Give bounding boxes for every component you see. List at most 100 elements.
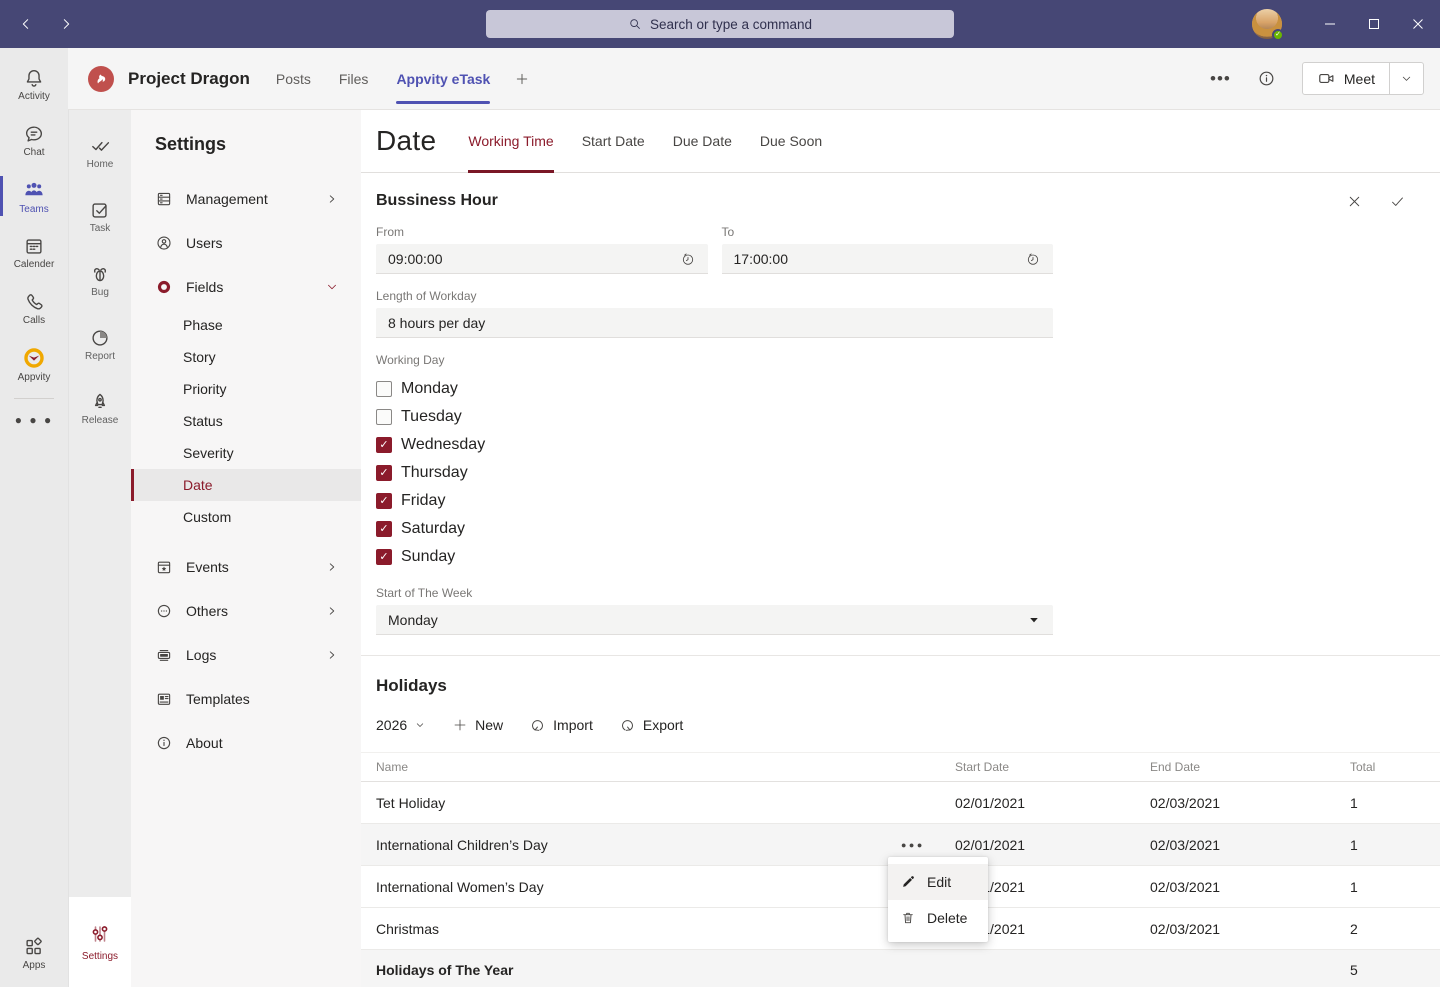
etask-rail-release[interactable]: Release [69,376,131,440]
rail-item-calls[interactable]: Calls [0,280,68,336]
tab-working-time[interactable]: Working Time [468,110,553,173]
etask-rail-task[interactable]: Task [69,184,131,248]
cancel-button[interactable] [1346,193,1363,210]
new-button[interactable]: New [452,717,503,733]
save-button[interactable] [1389,193,1406,210]
checkbox-checked-icon[interactable]: ✓ [376,549,392,565]
avatar[interactable]: ✓ [1252,9,1282,39]
checkbox-monday[interactable]: Monday [376,375,1053,403]
meet-button[interactable]: Meet [1303,63,1389,94]
settings-nav-phase[interactable]: Phase [131,309,361,341]
etask-rail-home[interactable]: Home [69,120,131,184]
settings-nav-users[interactable]: Users [131,221,361,265]
year-dropdown[interactable]: 2026 [376,717,426,733]
calendar-star-icon [155,558,173,576]
settings-nav-status[interactable]: Status [131,405,361,437]
app-rail: Activity Chat Teams Calender Calls Appvi… [0,48,68,987]
close-button[interactable] [1396,0,1440,48]
edit-menu-item[interactable]: Edit [888,864,988,900]
channel-info-button[interactable] [1257,69,1276,88]
settings-nav-date[interactable]: Date [131,469,361,501]
rail-item-chat[interactable]: Chat [0,112,68,168]
tab-start-date[interactable]: Start Date [582,110,645,173]
etask-rail-bug[interactable]: Bug [69,248,131,312]
rail-item-apps[interactable]: Apps [0,925,68,981]
forward-button[interactable] [54,12,78,36]
checkbox-checked-icon[interactable]: ✓ [376,437,392,453]
checkbox-unchecked-icon[interactable] [376,409,392,425]
to-time-input[interactable]: 17:00:00 [722,244,1054,274]
settings-nav-others[interactable]: Others [131,589,361,633]
checkbox-saturday[interactable]: ✓ Saturday [376,515,1053,543]
tab-posts[interactable]: Posts [276,48,311,110]
section-divider [361,655,1440,656]
settings-nav-priority[interactable]: Priority [131,373,361,405]
settings-title: Settings [131,134,361,155]
rail-item-teams[interactable]: Teams [0,168,68,224]
checkbox-wednesday[interactable]: ✓ Wednesday [376,431,1053,459]
tab-files[interactable]: Files [339,48,369,110]
settings-nav-about[interactable]: About [131,721,361,765]
chevron-down-icon [325,280,339,294]
maximize-button[interactable] [1352,0,1396,48]
checkbox-checked-icon[interactable]: ✓ [376,465,392,481]
rail-item-activity[interactable]: Activity [0,56,68,112]
user-icon [155,234,173,252]
search-icon [628,17,642,31]
phone-icon [23,291,45,313]
checkbox-thursday[interactable]: ✓ Thursday [376,459,1053,487]
checkbox-sunday[interactable]: ✓ Sunday [376,543,1053,571]
add-tab-button[interactable] [514,71,530,87]
column-name[interactable]: Name [376,760,955,774]
delete-menu-item[interactable]: Delete [888,900,988,936]
table-row: Tet Holiday 02/01/2021 02/03/2021 1 [361,782,1440,824]
checkbox-checked-icon[interactable]: ✓ [376,493,392,509]
search-input[interactable]: Search or type a command [486,10,954,38]
minimize-button[interactable] [1308,0,1352,48]
back-button[interactable] [14,12,38,36]
import-button[interactable]: Import [529,717,593,734]
meet-dropdown-button[interactable] [1389,63,1423,94]
settings-nav-story[interactable]: Story [131,341,361,373]
settings-nav-events[interactable]: Events [131,545,361,589]
checkbox-friday[interactable]: ✓ Friday [376,487,1053,515]
settings-nav-severity[interactable]: Severity [131,437,361,469]
settings-nav-templates[interactable]: Templates [131,677,361,721]
rail-item-calendar[interactable]: Calender [0,224,68,280]
etask-rail-settings[interactable]: Settings [69,897,131,987]
chevron-right-icon [325,604,339,618]
appvity-logo-icon [22,346,46,370]
clock-icon[interactable] [1025,251,1041,267]
tab-due-date[interactable]: Due Date [673,110,732,173]
clock-icon[interactable] [680,251,696,267]
rail-divider [14,398,54,399]
working-day-label: Working Day [376,353,1053,367]
settings-nav-custom[interactable]: Custom [131,501,361,533]
rail-item-appvity[interactable]: Appvity [0,336,68,392]
row-more-button[interactable]: ●●● [901,840,925,850]
checkbox-checked-icon[interactable]: ✓ [376,521,392,537]
tab-appvity-etask[interactable]: Appvity eTask [396,48,490,110]
length-of-workday-input[interactable]: 8 hours per day [376,308,1053,338]
chevron-left-icon [18,16,34,32]
export-button[interactable]: Export [619,717,683,734]
teams-window: Search or type a command ✓ Activity [0,0,1440,987]
settings-nav-logs[interactable]: Logs [131,633,361,677]
settings-nav-management[interactable]: Management [131,177,361,221]
checkbox-unchecked-icon[interactable] [376,381,392,397]
search-placeholder: Search or type a command [650,17,812,32]
rail-more-button[interactable]: ● ● ● [15,405,53,435]
start-of-week-dropdown[interactable]: Monday [376,605,1053,635]
tab-due-soon[interactable]: Due Soon [760,110,822,173]
column-start-date[interactable]: Start Date [955,760,1150,774]
channel-more-button[interactable]: ••• [1210,69,1231,89]
etask-rail-report[interactable]: Report [69,312,131,376]
column-total[interactable]: Total [1350,760,1440,774]
from-time-input[interactable]: 09:00:00 [376,244,708,274]
bug-icon [89,263,111,285]
settings-nav: Settings Management Users Fields [131,110,361,987]
apps-grid-icon [23,936,45,958]
checkbox-tuesday[interactable]: Tuesday [376,403,1053,431]
settings-nav-fields[interactable]: Fields [131,265,361,309]
column-end-date[interactable]: End Date [1150,760,1350,774]
